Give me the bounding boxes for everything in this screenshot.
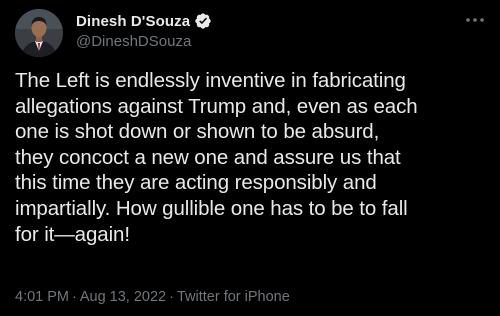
meta-separator: · [72,289,77,305]
tweet-meta: 4:01 PM · Aug 13, 2022 · Twitter for iPhone [15,289,290,305]
tweet-card: Dinesh D'Souza @DineshDSouza The Left is… [0,0,500,316]
handle[interactable]: @DineshDSouza [76,33,212,50]
tweet-time[interactable]: 4:01 PM [15,289,69,305]
more-options-button[interactable] [464,12,486,28]
more-options-icon [466,18,484,22]
avatar[interactable] [15,9,63,57]
display-name[interactable]: Dinesh D'Souza [76,13,190,30]
tweet-text: The Left is endlessly inventive in fabri… [15,69,418,246]
avatar-image [15,9,63,57]
author-block: Dinesh D'Souza @DineshDSouza [76,11,212,50]
tweet-date[interactable]: Aug 13, 2022 [80,289,166,305]
meta-separator: · [169,289,174,305]
tweet-source[interactable]: Twitter for iPhone [177,289,290,305]
verified-badge-icon [194,12,212,30]
display-name-row: Dinesh D'Souza [76,11,212,31]
